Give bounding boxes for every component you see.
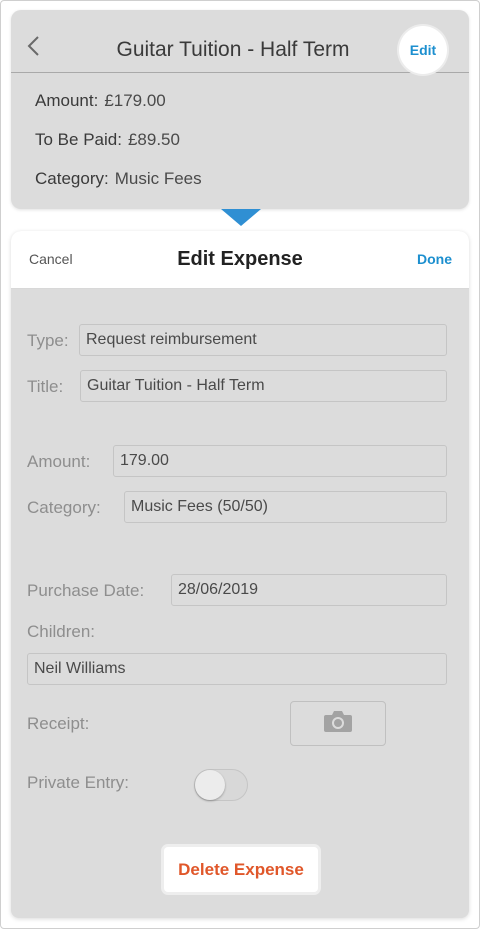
summary-category-value: Music Fees xyxy=(114,169,202,188)
camera-icon xyxy=(323,709,353,738)
summary-category-label: Category: xyxy=(35,169,109,188)
done-button[interactable]: Done xyxy=(417,251,452,267)
amount-label: Amount: xyxy=(27,452,91,471)
purchase-date-label: Purchase Date: xyxy=(27,581,145,600)
receipt-label: Receipt: xyxy=(27,714,90,733)
toggle-knob xyxy=(195,770,225,800)
purchase-date-field[interactable]: 28/06/2019 xyxy=(171,574,447,606)
type-field[interactable]: Request reimbursement xyxy=(79,324,447,356)
summary-to-be-paid-label: To Be Paid: xyxy=(35,130,122,149)
amount-field[interactable]: 179.00 xyxy=(113,445,447,477)
type-label: Type: xyxy=(27,331,69,350)
summary-amount-row: Amount: £179.00 xyxy=(35,91,166,111)
sheet-title: Edit Expense xyxy=(177,248,303,270)
summary-category-row: Category: Music Fees xyxy=(35,169,202,189)
category-label: Category: xyxy=(27,498,101,517)
summary-amount-label: Amount: xyxy=(35,91,99,110)
category-field[interactable]: Music Fees (50/50) xyxy=(124,491,447,523)
sheet-header: Cancel Edit Expense Done xyxy=(11,231,469,289)
private-entry-toggle[interactable] xyxy=(194,769,248,801)
title-field[interactable]: Guitar Tuition - Half Term xyxy=(80,370,447,402)
edit-button[interactable]: Edit xyxy=(399,26,447,74)
summary-to-be-paid-row: To Be Paid: £89.50 xyxy=(35,130,180,150)
children-field[interactable]: Neil Williams xyxy=(27,653,447,685)
summary-amount-value: £179.00 xyxy=(104,91,166,110)
title-label: Title: xyxy=(27,377,64,396)
edit-expense-sheet: Cancel Edit Expense Done Type: Request r… xyxy=(11,231,469,918)
children-label: Children: xyxy=(27,622,96,641)
receipt-camera-button[interactable] xyxy=(290,701,386,746)
summary-to-be-paid-value: £89.50 xyxy=(127,130,180,149)
private-entry-label: Private Entry: xyxy=(27,773,130,792)
popover-pointer xyxy=(221,209,261,226)
delete-expense-button[interactable]: Delete Expense xyxy=(164,847,318,892)
